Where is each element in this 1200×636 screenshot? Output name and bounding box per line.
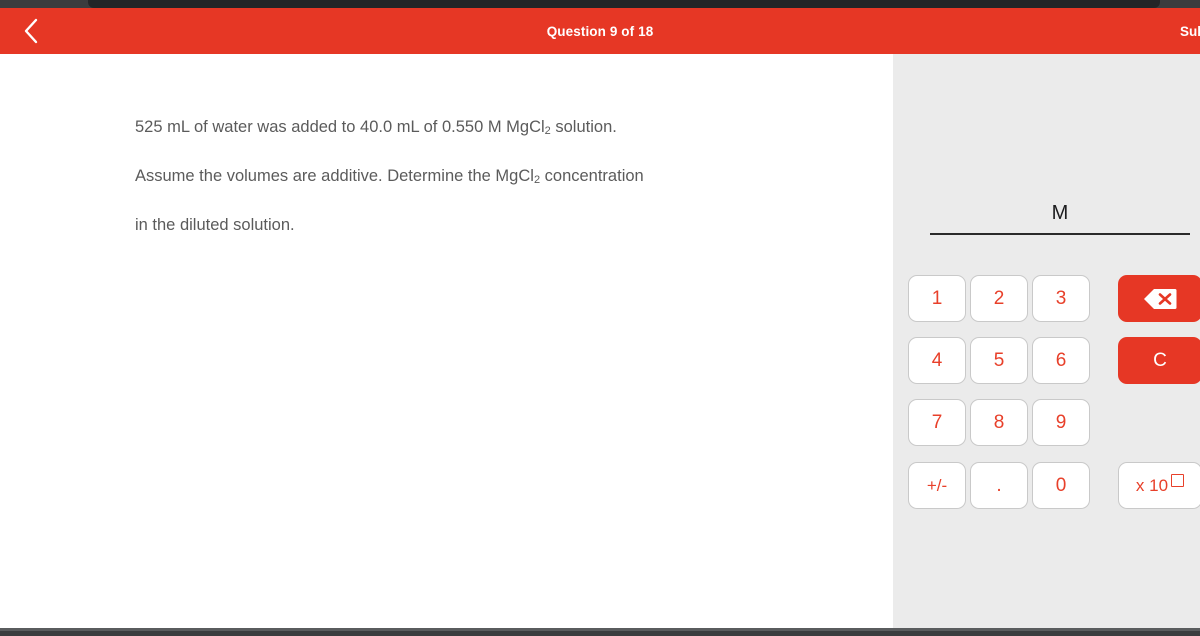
key-9-label: 9 bbox=[1055, 411, 1067, 433]
key-2-label: 2 bbox=[993, 287, 1005, 309]
key-plus-minus-label: +/- bbox=[926, 475, 948, 495]
key-4[interactable]: 4 bbox=[908, 337, 966, 384]
key-2[interactable]: 2 bbox=[970, 275, 1028, 322]
window-top-chrome bbox=[0, 0, 1200, 8]
key-4-label: 4 bbox=[931, 349, 943, 371]
question-line-1-part-1: 525 mL of water was added to 40.0 mL of … bbox=[135, 117, 545, 136]
window-notch bbox=[88, 0, 1160, 8]
key-decimal-label: . bbox=[996, 474, 1002, 496]
clear-button-label: C bbox=[1153, 349, 1167, 371]
key-1[interactable]: 1 bbox=[908, 275, 966, 322]
key-7-label: 7 bbox=[931, 411, 943, 433]
page-title: Question 9 of 18 bbox=[546, 23, 654, 39]
exponent-placeholder-box bbox=[1171, 474, 1185, 487]
key-0-label: 0 bbox=[1055, 474, 1067, 496]
key-7[interactable]: 7 bbox=[908, 399, 966, 446]
answer-unit-label: M bbox=[1051, 202, 1069, 224]
app-header-bar: Question 9 of 18 Submit bbox=[0, 8, 1200, 54]
key-5-label: 5 bbox=[993, 349, 1005, 371]
question-subscript-2: 2 bbox=[533, 173, 541, 186]
key-6-label: 6 bbox=[1055, 349, 1067, 371]
window-bottom-chrome bbox=[0, 628, 1200, 636]
exponent-button-label: x 10 bbox=[1135, 475, 1169, 495]
backspace-icon bbox=[1143, 288, 1177, 310]
clear-button[interactable]: C bbox=[1118, 337, 1200, 384]
key-9[interactable]: 9 bbox=[1032, 399, 1090, 446]
answer-keypad-pane: M 1 2 3 4 5 6 7 8 9 +/- . 0 C x 10 bbox=[893, 54, 1200, 628]
key-5[interactable]: 5 bbox=[970, 337, 1028, 384]
answer-input-group[interactable]: M bbox=[930, 199, 1190, 235]
main-content-area: 525 mL of water was added to 40.0 mL of … bbox=[0, 54, 1200, 628]
question-line-2-part-1: Assume the volumes are additive. Determi… bbox=[135, 166, 534, 185]
key-3-label: 3 bbox=[1055, 287, 1067, 309]
key-plus-minus[interactable]: +/- bbox=[908, 462, 966, 509]
window-bottom-chrome-highlight bbox=[0, 628, 1200, 631]
key-0[interactable]: 0 bbox=[1032, 462, 1090, 509]
question-subscript-1: 2 bbox=[544, 124, 551, 137]
answer-input-underline bbox=[930, 233, 1190, 235]
submit-button[interactable]: Submit bbox=[1180, 8, 1200, 54]
question-pane: 525 mL of water was added to 40.0 mL of … bbox=[0, 54, 893, 628]
question-line-1-part-2: solution. bbox=[550, 117, 617, 136]
question-prompt-text: 525 mL of water was added to 40.0 mL of … bbox=[135, 92, 775, 237]
exponent-button[interactable]: x 10 bbox=[1118, 462, 1200, 509]
key-8[interactable]: 8 bbox=[970, 399, 1028, 446]
answer-value-row: M bbox=[930, 199, 1190, 227]
key-3[interactable]: 3 bbox=[1032, 275, 1090, 322]
key-8-label: 8 bbox=[993, 411, 1005, 433]
question-line-3: in the diluted solution. bbox=[135, 215, 295, 234]
key-1-label: 1 bbox=[931, 287, 943, 309]
key-decimal[interactable]: . bbox=[970, 462, 1028, 509]
question-line-2-part-2: concentration bbox=[540, 166, 644, 185]
backspace-button[interactable] bbox=[1118, 275, 1200, 322]
key-6[interactable]: 6 bbox=[1032, 337, 1090, 384]
